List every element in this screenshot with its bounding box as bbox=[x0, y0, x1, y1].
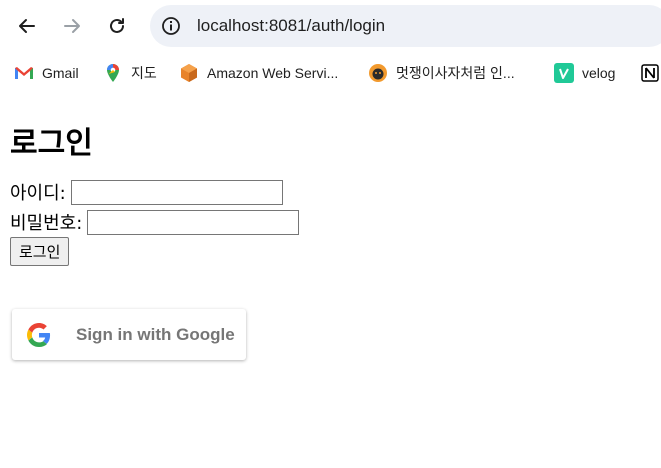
arrow-left-icon bbox=[19, 19, 35, 33]
password-row: 비밀번호: bbox=[10, 207, 650, 237]
login-form: 로그인 아이디: 비밀번호: 로그인 bbox=[10, 120, 650, 266]
browser-toolbar: localhost:8081/auth/login bbox=[0, 0, 661, 52]
velog-icon bbox=[554, 63, 574, 83]
bookmark-label: 멋쟁이사자처럼 인... bbox=[396, 65, 515, 81]
lion-icon bbox=[368, 63, 388, 83]
page-title: 로그인 bbox=[10, 126, 93, 161]
bookmark-likelion[interactable]: 멋쟁이사자처럼 인... bbox=[368, 60, 515, 86]
bookmark-label: velog bbox=[582, 65, 616, 81]
password-input[interactable] bbox=[87, 209, 300, 235]
id-label: 아이디: bbox=[10, 183, 66, 204]
arrow-right-icon bbox=[64, 19, 80, 33]
back-button[interactable] bbox=[9, 8, 45, 44]
id-input[interactable] bbox=[70, 179, 283, 205]
forward-button[interactable] bbox=[54, 8, 90, 44]
aws-icon bbox=[179, 63, 199, 83]
reload-icon bbox=[110, 18, 124, 33]
maps-icon bbox=[103, 63, 123, 83]
login-button[interactable]: 로그인 bbox=[10, 237, 70, 266]
bookmark-velog[interactable]: velog bbox=[554, 60, 615, 86]
bookmark-label: Gmail bbox=[42, 65, 79, 81]
bookmark-notion[interactable] bbox=[640, 60, 661, 86]
google-icon bbox=[27, 322, 51, 347]
google-signin-label: Sign in with Google bbox=[76, 324, 235, 344]
bookmarks-bar: Gmail 지도 Amazon Web Servi... 멋쟁이사자처럼 인..… bbox=[0, 56, 661, 90]
bookmark-label: 지도 bbox=[131, 65, 157, 81]
notion-icon bbox=[640, 63, 660, 83]
id-row: 아이디: bbox=[10, 177, 650, 207]
bookmark-aws[interactable]: Amazon Web Servi... bbox=[179, 60, 338, 86]
bookmark-label: Amazon Web Servi... bbox=[207, 65, 339, 81]
gmail-icon bbox=[14, 63, 34, 83]
address-bar[interactable]: localhost:8081/auth/login bbox=[150, 5, 661, 47]
site-info-icon[interactable] bbox=[159, 14, 183, 38]
reload-button[interactable] bbox=[99, 8, 135, 44]
google-signin-button[interactable]: Sign in with Google bbox=[12, 309, 246, 360]
bookmark-maps[interactable]: 지도 bbox=[103, 60, 157, 86]
password-label: 비밀번호: bbox=[10, 213, 83, 234]
url-text[interactable]: localhost:8081/auth/login bbox=[197, 16, 385, 36]
bookmark-gmail[interactable]: Gmail bbox=[14, 60, 79, 86]
